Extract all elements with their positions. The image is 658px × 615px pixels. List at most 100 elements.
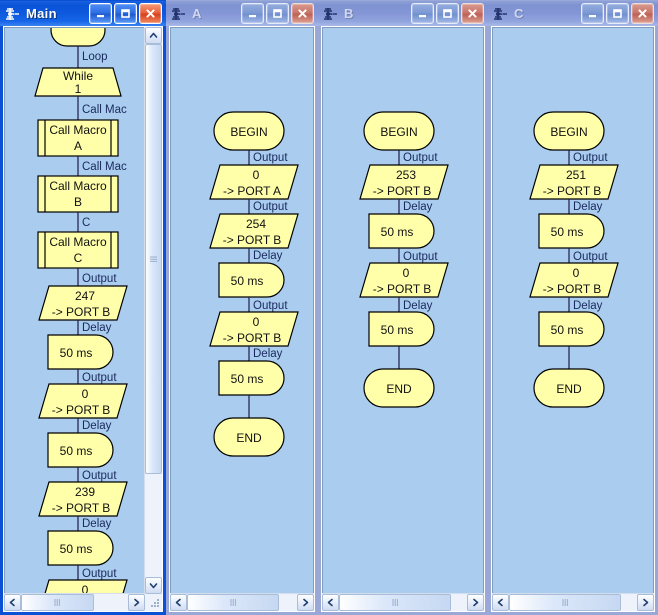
window-title-c: C xyxy=(514,6,524,21)
minimize-button[interactable] xyxy=(581,3,604,24)
svg-text:Output: Output xyxy=(82,372,117,384)
titlebar-main[interactable]: Main xyxy=(0,0,166,26)
window-title-a: A xyxy=(192,6,202,21)
svg-text:A: A xyxy=(74,139,82,153)
client-area-b: BEGIN Output 253 -> PORT B Delay 50 ms O… xyxy=(321,26,485,612)
flowchart-document-icon xyxy=(492,5,510,23)
node-output-239: 239 -> PORT B xyxy=(38,481,128,517)
minimize-button[interactable] xyxy=(89,3,112,24)
horizontal-scroll-thumb[interactable] xyxy=(187,594,279,611)
svg-text:Delay: Delay xyxy=(82,322,112,334)
maximize-button[interactable] xyxy=(436,3,459,24)
maximize-button[interactable] xyxy=(266,3,289,24)
maximize-button[interactable] xyxy=(114,3,137,24)
svg-text:254: 254 xyxy=(246,217,266,231)
node-output-253: 253 -> PORT B xyxy=(359,164,449,200)
flowchart-canvas-b[interactable]: BEGIN Output 253 -> PORT B Delay 50 ms O… xyxy=(322,27,484,594)
scroll-left-button[interactable] xyxy=(170,594,187,611)
svg-text:BEGIN: BEGIN xyxy=(230,125,267,139)
scroll-right-button[interactable] xyxy=(297,594,314,611)
node-delay-1: 50 ms xyxy=(218,262,285,298)
titlebar-c[interactable]: C xyxy=(488,0,658,26)
maximize-button[interactable] xyxy=(606,3,629,24)
resize-grip[interactable] xyxy=(145,594,162,611)
close-button[interactable] xyxy=(631,3,654,24)
node-output-0: 0 -> PORT B xyxy=(529,262,619,298)
horizontal-scroll-track[interactable] xyxy=(339,594,467,611)
horizontal-scroll-thumb[interactable] xyxy=(339,594,451,611)
window-c[interactable]: C BEGIN Output 251 -> PORT B Delay 50 ms… xyxy=(488,0,658,615)
vertical-scroll-track[interactable] xyxy=(145,44,162,577)
svg-text:Delay: Delay xyxy=(573,201,603,213)
titlebar-b[interactable]: B xyxy=(318,0,488,26)
flowchart-canvas-a[interactable]: BEGIN Output 0 -> PORT A Output 254 -> P… xyxy=(170,27,314,594)
svg-text:Loop: Loop xyxy=(82,51,108,63)
node-call-macro-b: Call Macro B xyxy=(37,175,119,213)
svg-text:C: C xyxy=(74,251,83,265)
svg-text:-> PORT B: -> PORT B xyxy=(52,305,111,319)
horizontal-scrollbar-c[interactable] xyxy=(492,593,654,611)
scroll-left-button[interactable] xyxy=(492,594,509,611)
scroll-right-button[interactable] xyxy=(467,594,484,611)
flowchart-canvas-c[interactable]: BEGIN Output 251 -> PORT B Delay 50 ms O… xyxy=(492,27,654,594)
horizontal-scroll-track[interactable] xyxy=(21,594,128,611)
vertical-scrollbar-main[interactable] xyxy=(144,27,162,594)
window-title-main: Main xyxy=(26,6,57,21)
close-button[interactable] xyxy=(139,3,162,24)
svg-text:-> PORT A: -> PORT A xyxy=(223,184,281,198)
window-b[interactable]: B BEGIN Output 253 -> PORT B Delay 50 ms… xyxy=(318,0,488,615)
svg-text:Call Macro: Call Macro xyxy=(49,235,107,249)
scroll-down-button[interactable] xyxy=(145,577,162,594)
node-end: END xyxy=(363,368,435,408)
svg-text:Output: Output xyxy=(403,152,438,164)
svg-text:Output: Output xyxy=(253,152,288,164)
svg-text:Output: Output xyxy=(573,152,608,164)
horizontal-scroll-thumb[interactable] xyxy=(21,594,94,611)
minimize-button[interactable] xyxy=(411,3,434,24)
node-delay-1: 50 ms xyxy=(538,213,605,249)
svg-text:Output: Output xyxy=(253,300,288,312)
flowchart-main: Loop While 1 Call Mac Call Macro A Call … xyxy=(5,28,144,593)
scroll-left-button[interactable] xyxy=(322,594,339,611)
node-begin: BEGIN xyxy=(363,111,435,151)
node-end: END xyxy=(533,368,605,408)
svg-text:0: 0 xyxy=(403,266,410,280)
scroll-up-button[interactable] xyxy=(145,27,162,44)
horizontal-scrollbar-a[interactable] xyxy=(170,593,314,611)
node-call-macro-a: Call Macro A xyxy=(37,119,119,157)
client-area-c: BEGIN Output 251 -> PORT B Delay 50 ms O… xyxy=(491,26,655,612)
horizontal-scrollbar-b[interactable] xyxy=(322,593,484,611)
window-a[interactable]: A BEGIN Output 0 -> PORT A Output 254 ->… xyxy=(166,0,318,615)
scroll-right-button[interactable] xyxy=(637,594,654,611)
svg-text:Call Mac: Call Mac xyxy=(82,161,127,173)
svg-text:Output: Output xyxy=(403,251,438,263)
client-area-a: BEGIN Output 0 -> PORT A Output 254 -> P… xyxy=(169,26,315,612)
close-button[interactable] xyxy=(291,3,314,24)
horizontal-scrollbar-main[interactable] xyxy=(4,593,145,611)
node-begin: BEGIN xyxy=(213,111,285,151)
minimize-button[interactable] xyxy=(241,3,264,24)
svg-text:50 ms: 50 ms xyxy=(551,225,584,239)
svg-text:-> PORT B: -> PORT B xyxy=(52,403,111,417)
window-buttons-b xyxy=(411,3,486,24)
horizontal-scroll-thumb[interactable] xyxy=(509,594,621,611)
scroll-right-button[interactable] xyxy=(128,594,145,611)
close-button[interactable] xyxy=(461,3,484,24)
horizontal-scroll-track[interactable] xyxy=(187,594,297,611)
vertical-scroll-thumb[interactable] xyxy=(145,44,162,474)
scroll-left-button[interactable] xyxy=(4,594,21,611)
svg-text:Delay: Delay xyxy=(403,201,433,213)
node-delay-1: 50 ms xyxy=(47,334,114,370)
svg-text:Output: Output xyxy=(82,568,117,580)
titlebar-a[interactable]: A xyxy=(166,0,318,26)
flowchart-document-icon xyxy=(322,5,340,23)
svg-text:0: 0 xyxy=(573,266,580,280)
svg-text:Call Macro: Call Macro xyxy=(49,179,107,193)
node-output-254: 254 -> PORT B xyxy=(209,213,299,249)
node-output-0-portb: 0 -> PORT B xyxy=(209,311,299,347)
window-main[interactable]: Main Loop While 1 Call Mac Call Macro A … xyxy=(0,0,166,615)
svg-text:50 ms: 50 ms xyxy=(381,323,414,337)
horizontal-scroll-track[interactable] xyxy=(509,594,637,611)
flowchart-canvas-main[interactable]: Loop While 1 Call Mac Call Macro A Call … xyxy=(4,27,145,594)
flowchart-b: BEGIN Output 253 -> PORT B Delay 50 ms O… xyxy=(323,28,483,593)
